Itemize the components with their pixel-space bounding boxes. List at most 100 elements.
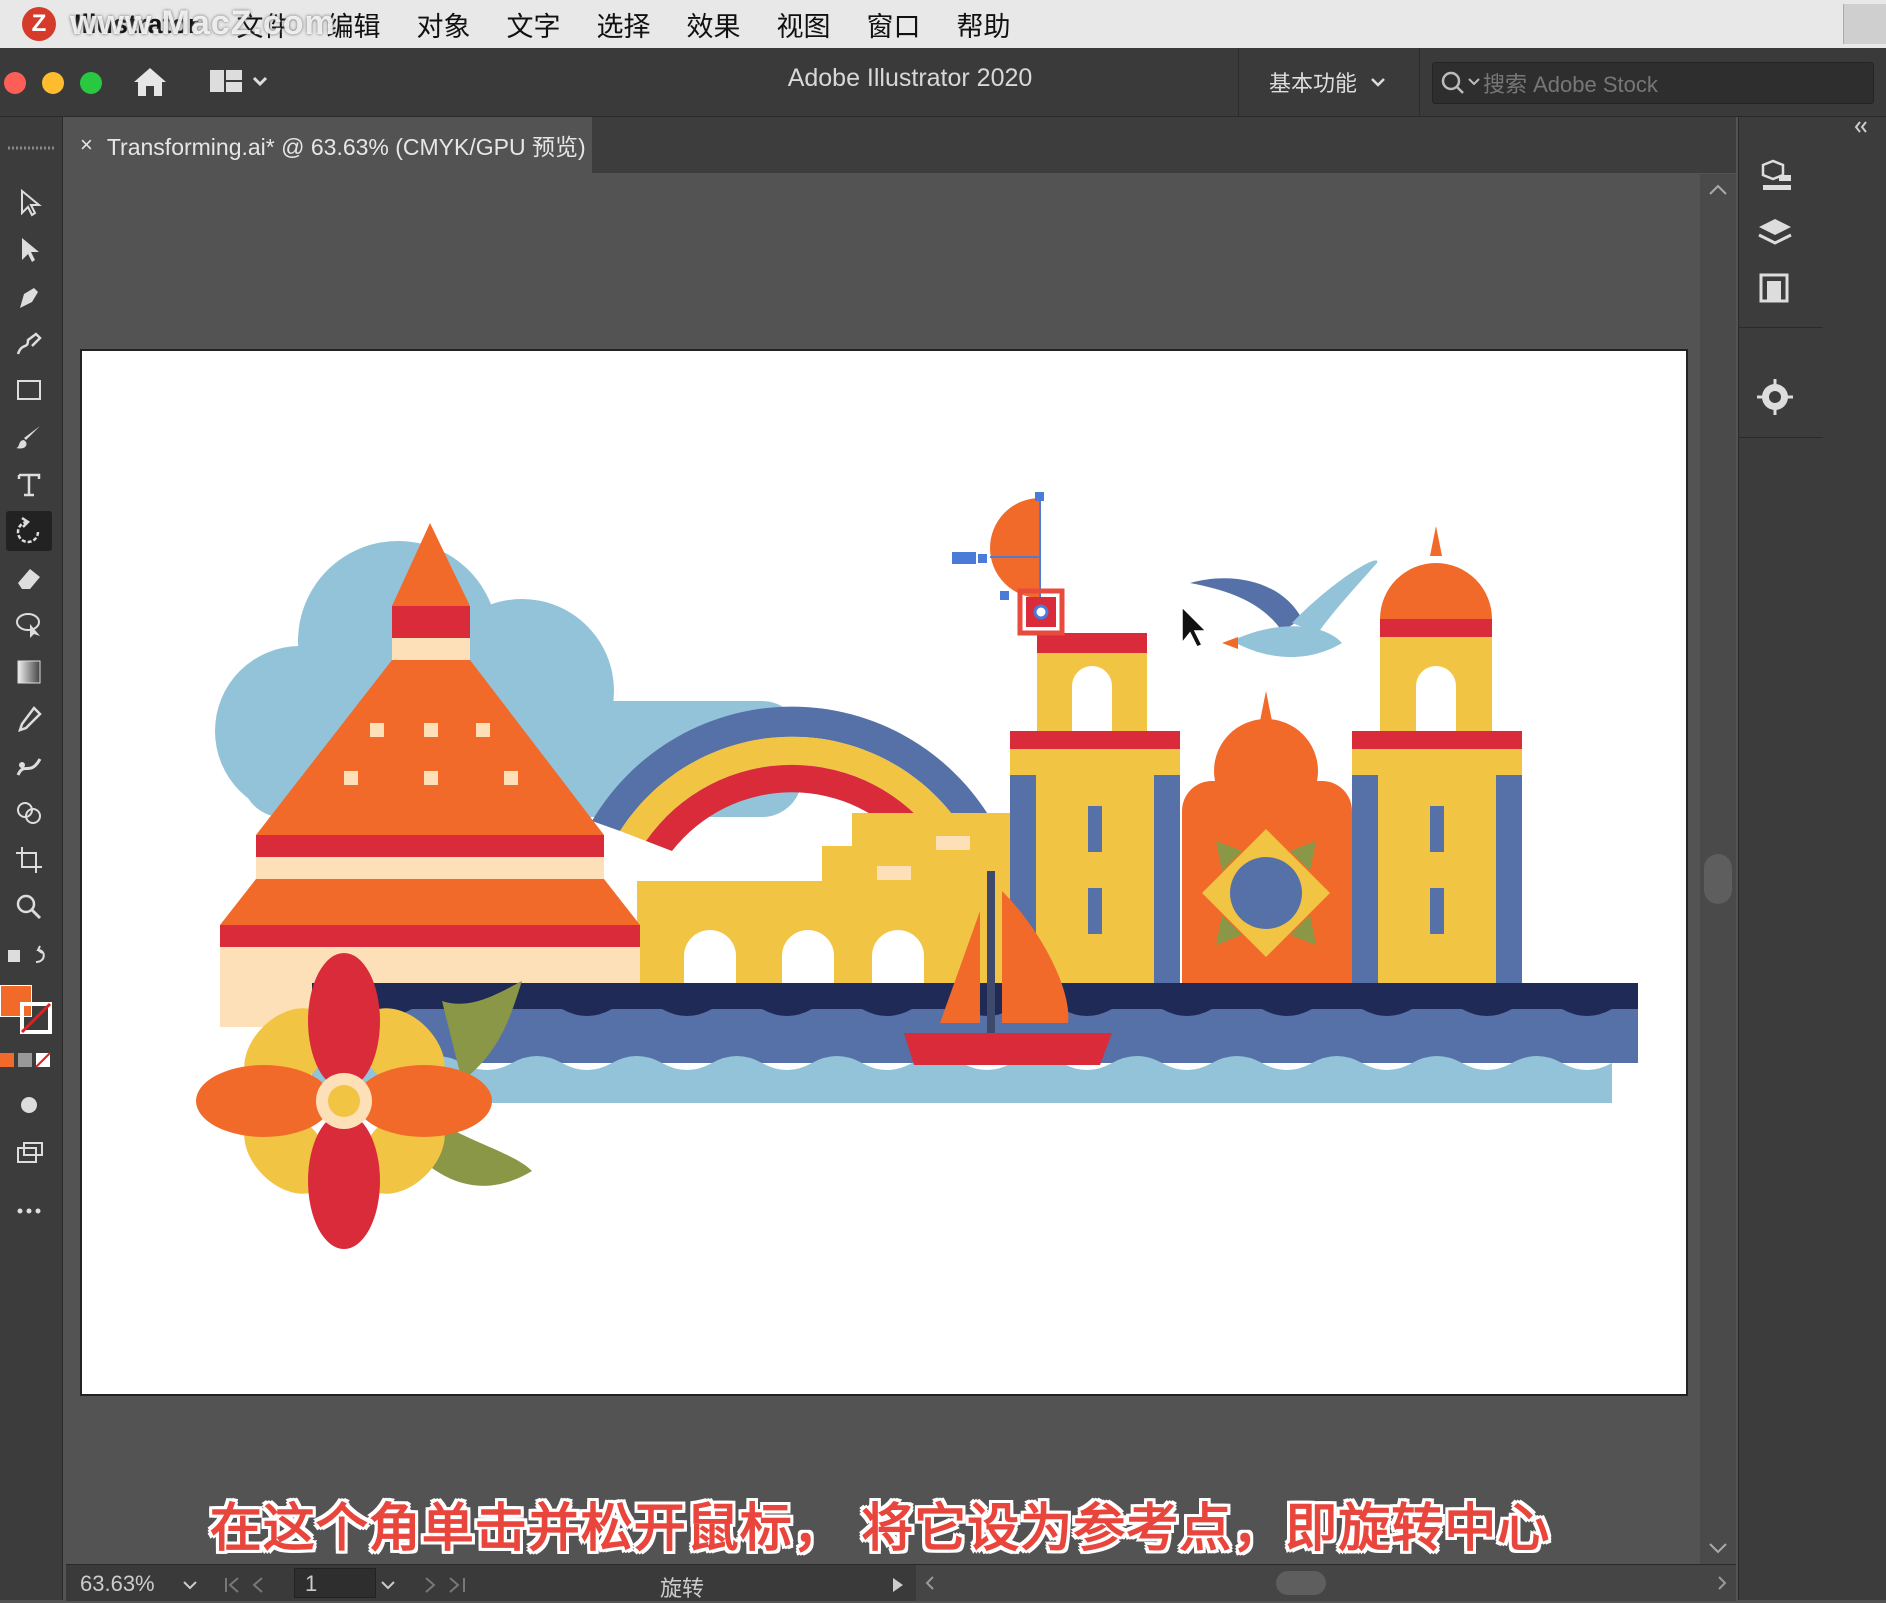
menu-object[interactable]: 对象 bbox=[417, 5, 471, 44]
home-icon[interactable] bbox=[130, 62, 170, 102]
swap-fill-stroke-button[interactable] bbox=[6, 937, 52, 977]
shape-builder-icon bbox=[17, 802, 41, 824]
eraser-icon bbox=[18, 569, 40, 589]
panel-group-2 bbox=[1739, 327, 1823, 438]
direct-selection-arrow-icon bbox=[22, 238, 39, 262]
menu-help[interactable]: 帮助 bbox=[957, 5, 1011, 44]
artboard-icon bbox=[16, 847, 42, 873]
chevron-down-icon bbox=[1371, 78, 1385, 87]
paintbrush-icon bbox=[16, 426, 40, 449]
rotation-reference-point[interactable] bbox=[1017, 588, 1065, 636]
rotate-icon bbox=[16, 516, 40, 544]
right-tower[interactable] bbox=[1352, 526, 1522, 1039]
minimize-window-button[interactable] bbox=[42, 72, 64, 94]
app-bar: Adobe Illustrator 2020 基本功能 搜索 Adobe Sto… bbox=[0, 48, 1886, 117]
screen-mode-icon bbox=[17, 1142, 43, 1163]
tools-panel bbox=[0, 117, 63, 1600]
stock-search-field[interactable]: 搜索 Adobe Stock bbox=[1432, 62, 1874, 104]
more-icon bbox=[17, 1208, 41, 1214]
edit-toolbar-button[interactable] bbox=[6, 1191, 52, 1231]
app-title: Adobe Illustrator 2020 bbox=[787, 64, 1033, 92]
pen-tool[interactable] bbox=[6, 277, 52, 317]
watermark: www.MacZ.com bbox=[70, 4, 336, 42]
artwork-illustration[interactable] bbox=[82, 351, 1686, 1394]
workspace-switcher[interactable]: 基本功能 bbox=[1238, 48, 1420, 116]
search-placeholder: 搜索 Adobe Stock bbox=[1483, 72, 1658, 97]
zoom-chevron-down-icon[interactable] bbox=[180, 1575, 200, 1595]
draw-mode-button[interactable] bbox=[6, 1085, 52, 1125]
selection-arrow-icon bbox=[21, 188, 42, 217]
menu-select[interactable]: 选择 bbox=[597, 5, 651, 44]
scrollbar-thumb[interactable] bbox=[1704, 854, 1732, 904]
status-menu-arrow-icon[interactable] bbox=[888, 1575, 908, 1595]
artboard-tool[interactable] bbox=[6, 840, 52, 880]
curvature-tool[interactable] bbox=[6, 323, 52, 363]
libraries-panel-icon[interactable] bbox=[1755, 157, 1795, 202]
zoom-window-button[interactable] bbox=[80, 72, 102, 94]
status-bar: 63.63% 1 旋转 bbox=[66, 1564, 1736, 1601]
type-tool[interactable] bbox=[6, 464, 52, 504]
puppet-warp-icon bbox=[16, 758, 42, 776]
selection-tool[interactable] bbox=[6, 182, 52, 222]
puppet-warp-tool[interactable] bbox=[6, 746, 52, 786]
curvature-pen-icon bbox=[16, 332, 42, 355]
artboard-number-field[interactable]: 1 bbox=[294, 1568, 376, 1598]
scroll-right-icon[interactable] bbox=[1712, 1573, 1732, 1593]
paintbrush-tool[interactable] bbox=[6, 417, 52, 457]
color-panel-icon[interactable] bbox=[1755, 377, 1795, 422]
artboard[interactable] bbox=[82, 351, 1686, 1394]
collapse-panels-icon[interactable] bbox=[1851, 117, 1871, 142]
swap-icon bbox=[8, 945, 45, 963]
scroll-up-icon[interactable] bbox=[1700, 180, 1736, 200]
eyedropper-icon bbox=[18, 706, 42, 732]
rectangle-tool[interactable] bbox=[6, 370, 52, 410]
close-window-button[interactable] bbox=[4, 72, 26, 94]
rotate-tool[interactable] bbox=[6, 511, 52, 551]
selected-half-dome[interactable] bbox=[952, 492, 1044, 601]
zoom-tool[interactable] bbox=[6, 887, 52, 927]
menu-window[interactable]: 窗口 bbox=[867, 5, 921, 44]
zoom-icon bbox=[16, 894, 42, 920]
document-tab[interactable]: × Transforming.ai* @ 63.63% (CMYK/GPU 预览… bbox=[66, 117, 592, 173]
rectangle-icon bbox=[17, 380, 41, 400]
layers-panel-icon[interactable] bbox=[1755, 215, 1795, 260]
menu-type[interactable]: 文字 bbox=[507, 5, 561, 44]
artboard-chevron-down-icon[interactable] bbox=[378, 1575, 398, 1595]
shape-builder-tool[interactable] bbox=[6, 793, 52, 833]
mouse-cursor-icon bbox=[1181, 605, 1208, 648]
screen-mode-button[interactable] bbox=[6, 1133, 52, 1173]
panel-grip-icon[interactable] bbox=[6, 145, 56, 151]
search-icon bbox=[1441, 71, 1480, 94]
video-subtitle: 在这个角单击并松开鼠标， 将它设为参考点，即旋转中心 bbox=[209, 1500, 1551, 1558]
type-icon bbox=[17, 473, 41, 497]
gradient-icon bbox=[17, 660, 41, 684]
pen-icon bbox=[20, 288, 38, 308]
app-logo-icon[interactable]: Z bbox=[22, 7, 56, 41]
gradient-tool[interactable] bbox=[6, 652, 52, 692]
arrange-documents-button[interactable] bbox=[208, 66, 270, 98]
lasso-tool[interactable] bbox=[6, 605, 52, 645]
previous-artboard-icons[interactable] bbox=[222, 1575, 292, 1595]
menubar-right-block bbox=[1843, 4, 1886, 44]
current-tool-name: 旋转 bbox=[660, 1576, 705, 1601]
horizontal-scrollbar[interactable] bbox=[916, 1565, 1736, 1601]
close-tab-button[interactable]: × bbox=[80, 132, 93, 158]
eraser-tool[interactable] bbox=[6, 558, 52, 598]
lasso-icon bbox=[16, 613, 40, 638]
menu-view[interactable]: 视图 bbox=[777, 5, 831, 44]
right-panel-dock bbox=[1738, 117, 1886, 1600]
vertical-scrollbar[interactable] bbox=[1700, 174, 1736, 1564]
artboards-panel-icon[interactable] bbox=[1755, 269, 1795, 314]
horizontal-scrollbar-thumb[interactable] bbox=[1276, 1571, 1326, 1595]
draw-mode-icon bbox=[21, 1097, 37, 1113]
color-mode-buttons[interactable] bbox=[0, 1051, 52, 1069]
seagull[interactable] bbox=[1190, 560, 1378, 657]
direct-selection-tool[interactable] bbox=[6, 229, 52, 269]
menu-effect[interactable]: 效果 bbox=[687, 5, 741, 44]
next-artboard-icons[interactable] bbox=[420, 1575, 480, 1595]
scroll-left-icon[interactable] bbox=[920, 1573, 940, 1593]
artboard-number: 1 bbox=[305, 1571, 318, 1596]
zoom-level[interactable]: 63.63% bbox=[80, 1571, 155, 1597]
stroke-swatch[interactable] bbox=[20, 1002, 52, 1034]
eyedropper-tool[interactable] bbox=[6, 699, 52, 739]
